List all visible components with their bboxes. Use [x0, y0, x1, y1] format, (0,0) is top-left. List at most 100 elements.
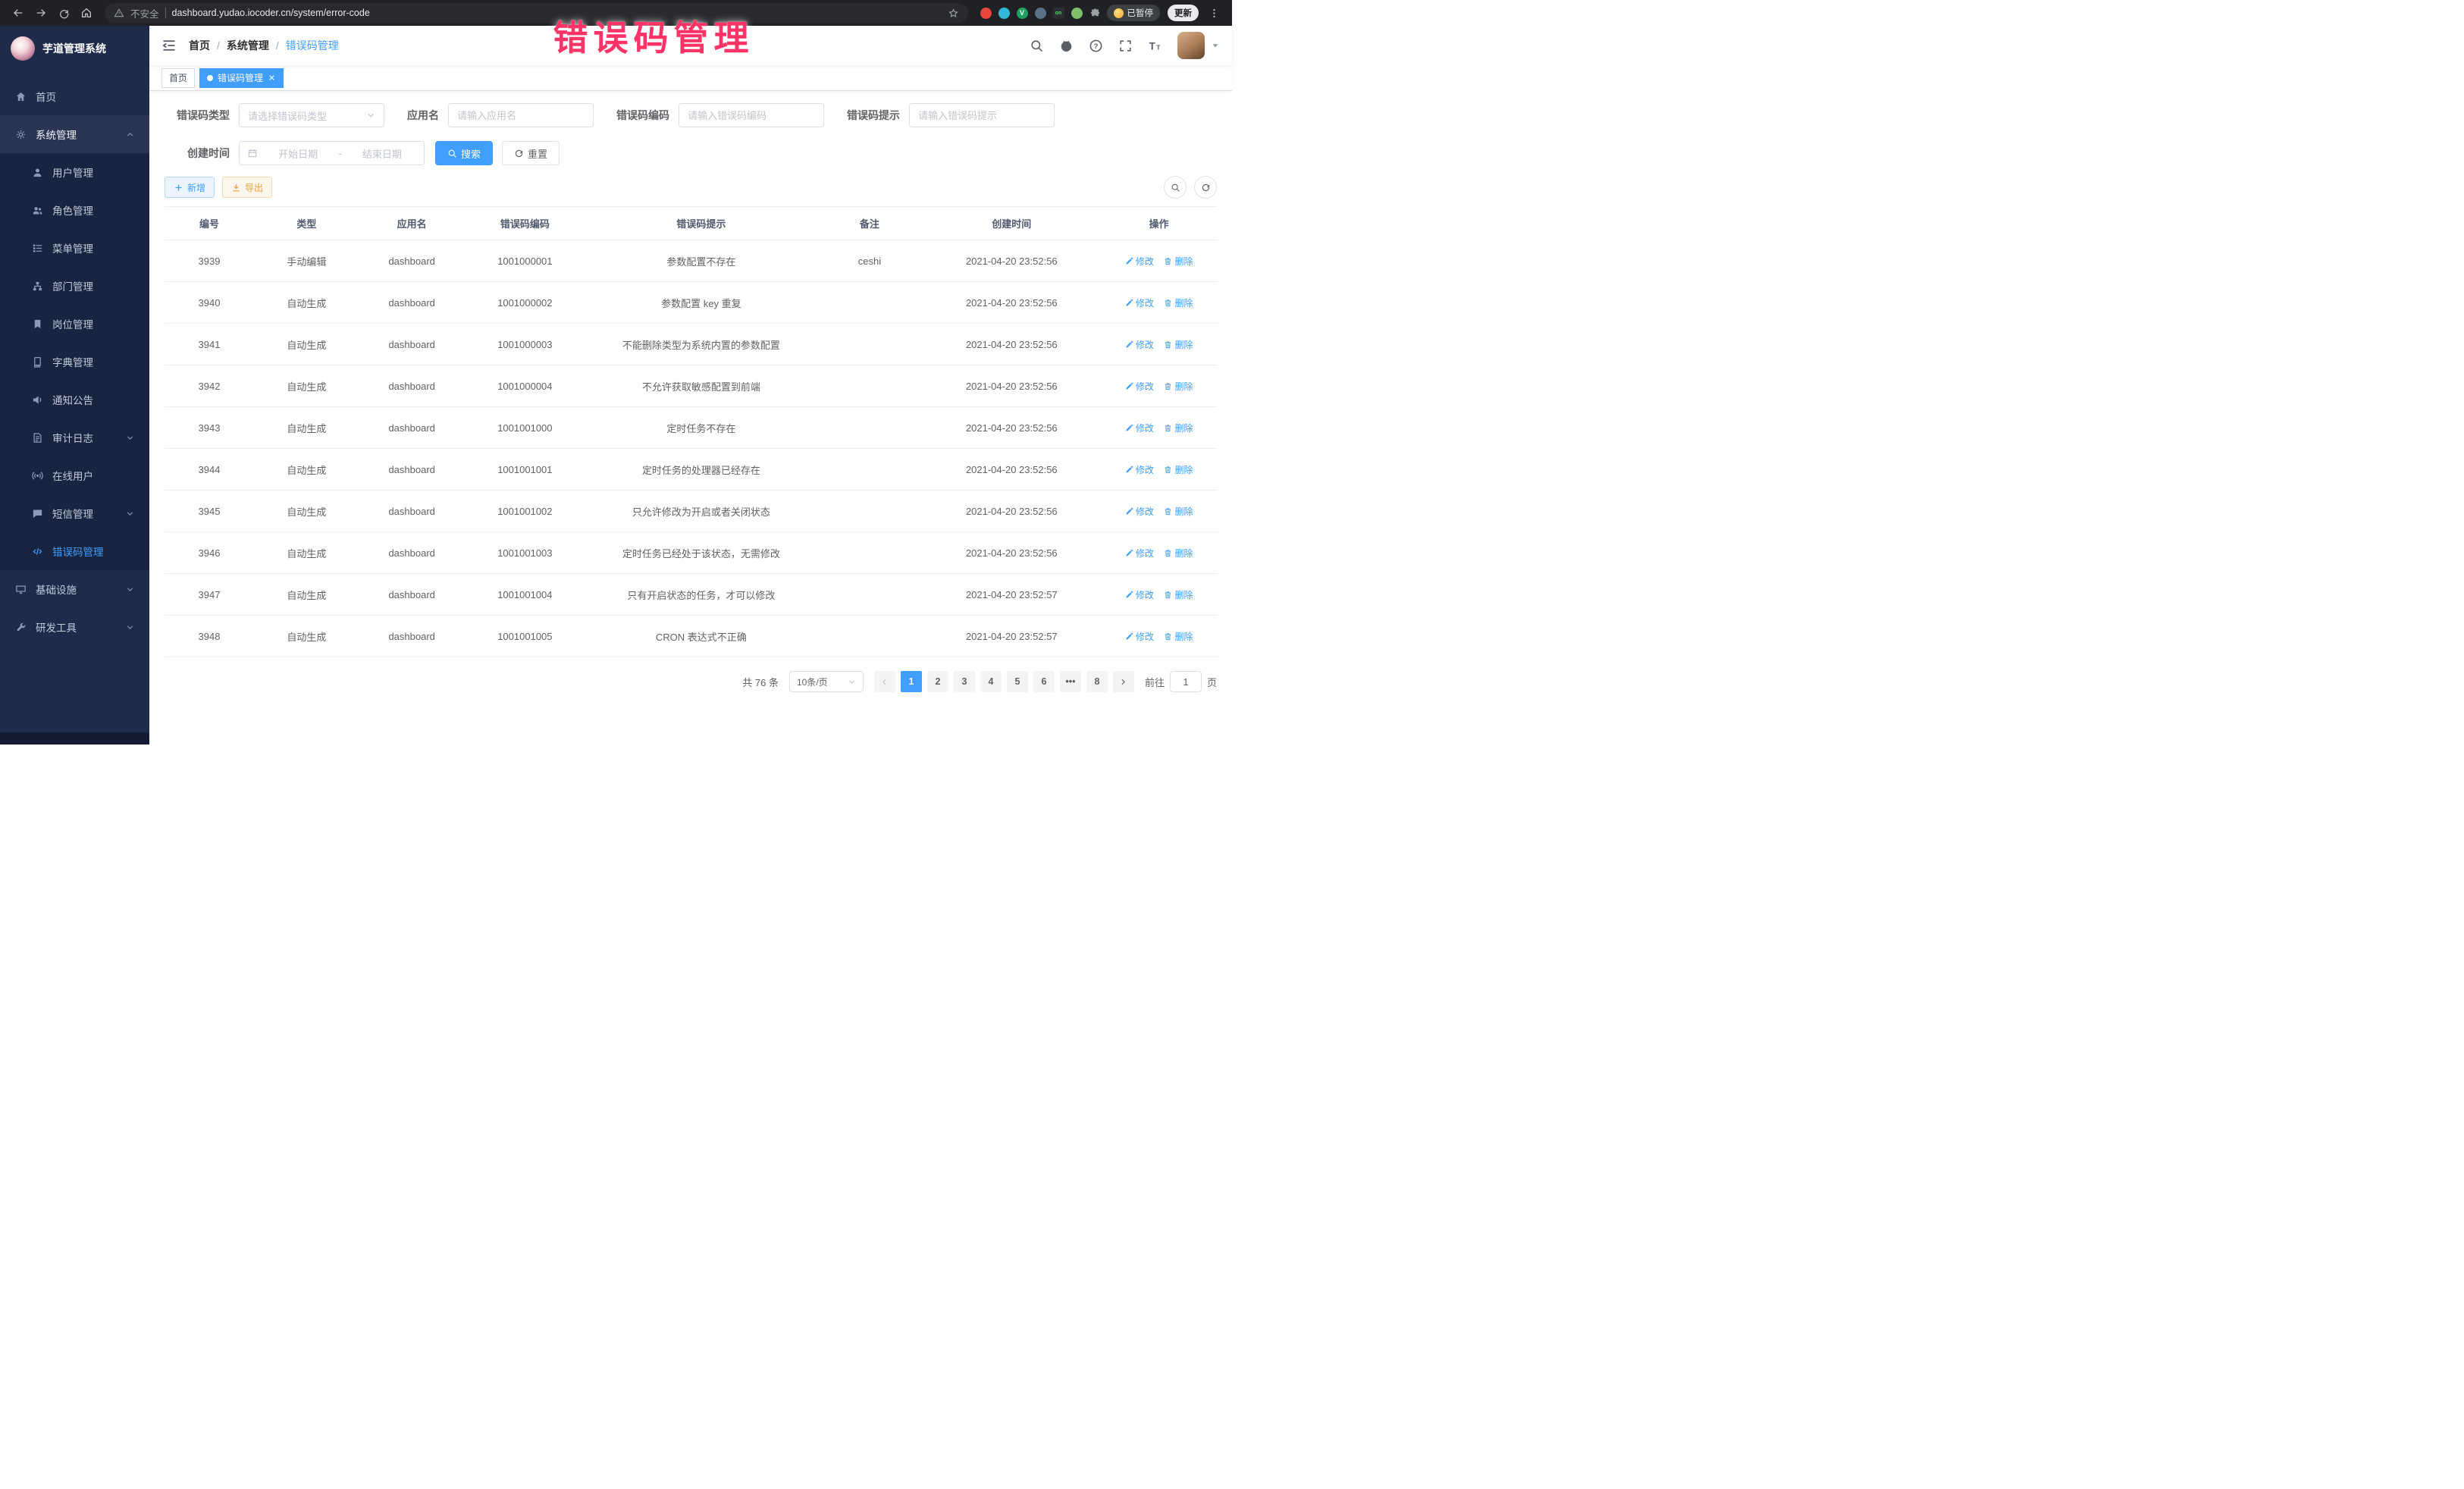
browser-menu-button[interactable]	[1203, 2, 1224, 24]
delete-button[interactable]: 删除	[1164, 463, 1193, 476]
refresh-table-button[interactable]	[1194, 176, 1217, 199]
infrastructure-icon	[15, 584, 27, 595]
edit-button[interactable]: 修改	[1125, 422, 1154, 434]
header-search-icon[interactable]	[1030, 39, 1044, 53]
extension-icon[interactable]: on	[1053, 8, 1064, 19]
col-header-code: 错误码编码	[465, 207, 586, 240]
fullscreen-icon[interactable]	[1118, 39, 1133, 53]
error-type-select[interactable]: 请选择错误码类型	[239, 103, 384, 127]
delete-button[interactable]: 删除	[1164, 255, 1193, 268]
page-number-button[interactable]: 8	[1086, 671, 1108, 692]
breadcrumb-home[interactable]: 首页	[189, 38, 210, 53]
tab-error-code[interactable]: 错误码管理	[199, 68, 284, 88]
bookmark-star-icon[interactable]	[948, 8, 959, 19]
edit-button[interactable]: 修改	[1125, 547, 1154, 560]
sidebar-item-log[interactable]: 审计日志	[0, 418, 149, 456]
next-page-button[interactable]	[1113, 671, 1134, 692]
post-icon	[32, 318, 43, 330]
delete-button[interactable]: 删除	[1164, 505, 1193, 518]
extension-icon[interactable]	[1071, 8, 1083, 19]
extension-icon[interactable]	[1035, 8, 1046, 19]
sidebar-item-post[interactable]: 岗位管理	[0, 305, 149, 343]
page-number-button[interactable]: 2	[927, 671, 948, 692]
delete-button[interactable]: 删除	[1164, 296, 1193, 309]
top-navbar: 首页 / 系统管理 / 错误码管理	[149, 26, 1232, 65]
extension-icon[interactable]: V	[1017, 8, 1028, 19]
sidebar-item-role[interactable]: 角色管理	[0, 191, 149, 229]
extensions-puzzle-icon[interactable]	[1089, 8, 1101, 19]
prev-page-button[interactable]	[874, 671, 895, 692]
sidebar-collapse-icon[interactable]	[161, 38, 177, 53]
toggle-search-button[interactable]	[1164, 176, 1187, 199]
edit-button[interactable]: 修改	[1125, 505, 1154, 518]
col-header-actions: 操作	[1101, 207, 1217, 240]
sidebar-item-system[interactable]: 系统管理	[0, 115, 149, 153]
edit-icon	[1125, 632, 1133, 641]
add-button[interactable]: 新增	[165, 177, 215, 198]
browser-home-button[interactable]	[76, 2, 97, 24]
sidebar-item-dict[interactable]: 字典管理	[0, 343, 149, 381]
notice-icon	[32, 394, 43, 406]
search-button[interactable]: 搜索	[435, 141, 493, 165]
sidebar-item-home[interactable]: 首页	[0, 77, 149, 115]
browser-reload-button[interactable]	[53, 2, 74, 24]
delete-button[interactable]: 删除	[1164, 588, 1193, 601]
page-number-button[interactable]: 3	[954, 671, 975, 692]
tab-home[interactable]: 首页	[161, 68, 195, 88]
page-number-button[interactable]: 1	[901, 671, 922, 692]
sidebar-item-user[interactable]: 用户管理	[0, 153, 149, 191]
page-number-button[interactable]: •••	[1060, 671, 1081, 692]
export-button[interactable]: 导出	[222, 177, 272, 198]
extension-icon[interactable]	[998, 8, 1010, 19]
error-message-input[interactable]	[909, 103, 1055, 127]
edit-button[interactable]: 修改	[1125, 338, 1154, 351]
delete-button[interactable]: 删除	[1164, 422, 1193, 434]
font-size-icon[interactable]	[1148, 39, 1162, 53]
pagination-pages: 123456•••8	[901, 671, 1108, 692]
sidebar-item-infra[interactable]: 基础设施	[0, 570, 149, 608]
sidebar-item-online[interactable]: 在线用户	[0, 456, 149, 494]
browser-forward-button[interactable]	[30, 2, 52, 24]
browser-back-button[interactable]	[8, 2, 29, 24]
sidebar-item-menu[interactable]: 菜单管理	[0, 229, 149, 267]
page-number-button[interactable]: 6	[1033, 671, 1055, 692]
edit-button[interactable]: 修改	[1125, 463, 1154, 476]
close-tab-icon[interactable]	[268, 74, 276, 82]
delete-button[interactable]: 删除	[1164, 380, 1193, 393]
help-icon[interactable]	[1089, 39, 1103, 53]
sidebar-item-devtools[interactable]: 研发工具	[0, 608, 149, 646]
user-menu[interactable]	[1177, 32, 1220, 59]
breadcrumb-system[interactable]: 系统管理	[227, 38, 269, 53]
emoji-face-icon	[1114, 8, 1124, 18]
browser-update-button[interactable]: 更新	[1168, 5, 1199, 21]
page-number-button[interactable]: 5	[1007, 671, 1028, 692]
delete-button[interactable]: 删除	[1164, 338, 1193, 351]
refresh-icon	[1201, 183, 1211, 193]
address-bar[interactable]: 不安全 dashboard.yudao.iocoder.cn/system/er…	[105, 3, 968, 23]
sidebar-item-dept[interactable]: 部门管理	[0, 267, 149, 305]
reset-button[interactable]: 重置	[502, 141, 560, 165]
extension-icon[interactable]	[980, 8, 992, 19]
paused-extension-chip[interactable]: 已暂停	[1107, 5, 1161, 21]
edit-button[interactable]: 修改	[1125, 630, 1154, 643]
delete-button[interactable]: 删除	[1164, 630, 1193, 643]
goto-page-input[interactable]	[1170, 671, 1202, 692]
edit-button[interactable]: 修改	[1125, 380, 1154, 393]
sidebar-item-errorcode[interactable]: 错误码管理	[0, 532, 149, 570]
page-size-select[interactable]: 10条/页	[789, 671, 864, 692]
error-code-input[interactable]	[679, 103, 824, 127]
edit-button[interactable]: 修改	[1125, 255, 1154, 268]
sidebar-logo[interactable]: 芋道管理系统	[0, 26, 149, 71]
delete-button[interactable]: 删除	[1164, 547, 1193, 560]
sidebar-item-notice[interactable]: 通知公告	[0, 381, 149, 418]
omnibox-divider	[165, 8, 166, 18]
sidebar-item-sms[interactable]: 短信管理	[0, 494, 149, 532]
edit-button[interactable]: 修改	[1125, 588, 1154, 601]
app-name-input[interactable]	[448, 103, 594, 127]
page-number-button[interactable]: 4	[980, 671, 1002, 692]
date-range-picker[interactable]: 开始日期 - 结束日期	[239, 141, 425, 165]
edit-button[interactable]: 修改	[1125, 296, 1154, 309]
table-row: 3943 自动生成 dashboard 1001001000 定时任务不存在 2…	[165, 407, 1217, 449]
trash-icon	[1164, 382, 1172, 390]
github-icon[interactable]	[1059, 39, 1074, 53]
